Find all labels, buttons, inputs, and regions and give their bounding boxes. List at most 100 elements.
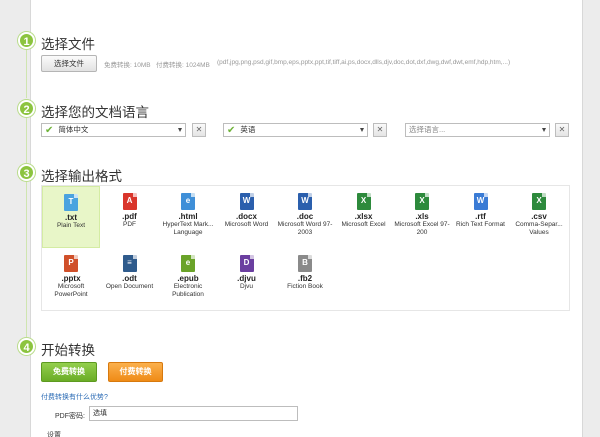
file-icon-glyph: X	[536, 196, 542, 205]
remove-language-2-button[interactable]: ✕	[373, 123, 387, 137]
timeline-line	[26, 50, 27, 98]
file-icon-glyph: X	[360, 196, 367, 205]
format-description: Fiction Book	[287, 283, 323, 290]
chevron-down-icon	[542, 128, 546, 132]
remove-language-3-button[interactable]: ✕	[555, 123, 569, 137]
format-description: Open Document	[105, 283, 154, 290]
file-icon-glyph: T	[68, 197, 74, 206]
xls-file-icon: X	[415, 193, 429, 210]
format-extension: .xls	[415, 212, 429, 221]
timeline-line	[26, 117, 27, 165]
language-select-1[interactable]: ✔ 简体中文	[41, 123, 186, 137]
fb2-file-icon: B	[298, 255, 312, 272]
format-description: Plain Text	[56, 222, 86, 229]
format-option-djvu[interactable]: D .djvu Djvu	[218, 248, 276, 310]
pptx-file-icon: P	[64, 255, 78, 272]
format-option-xls[interactable]: X .xls Microsoft Excel 97-200	[393, 186, 451, 248]
file-icon-glyph: B	[302, 258, 308, 267]
language-select-2[interactable]: ✔ 英语	[223, 123, 368, 137]
format-extension: .djvu	[237, 274, 256, 283]
format-extension: .csv	[531, 212, 547, 221]
format-extension: .docx	[236, 212, 257, 221]
check-icon: ✔	[227, 125, 236, 136]
format-option-odt[interactable]: ≡ .odt Open Document	[101, 248, 159, 310]
step-4-badge: 4	[18, 338, 35, 355]
file-icon-glyph: W	[242, 196, 251, 205]
language-select-1-value: 简体中文	[58, 125, 89, 134]
language-select-2-value: 英语	[240, 125, 256, 134]
format-description: Djvu	[239, 283, 253, 290]
format-extension: .odt	[122, 274, 137, 283]
language-select-3-placeholder: 选择语言...	[409, 125, 446, 134]
choose-file-button[interactable]: 选择文件	[41, 55, 97, 72]
pdf-file-icon: A	[122, 193, 137, 210]
format-description: Comma-Separ... Values	[515, 221, 563, 236]
supported-extensions: (pdf,jpg,png,psd,gif,bmp,eps,pptx,ppt,ti…	[217, 59, 511, 66]
xlsx-file-icon: X	[356, 193, 371, 210]
format-option-fb2[interactable]: B .fb2 Fiction Book	[276, 248, 334, 310]
file-icon-glyph: W	[301, 196, 309, 205]
format-description: Microsoft Excel	[341, 221, 386, 228]
html-file-icon: e	[181, 193, 195, 210]
format-extension: .pdf	[122, 212, 137, 221]
paid-convert-button[interactable]: 付费转换	[108, 362, 163, 382]
format-extension: .rtf	[475, 212, 486, 221]
chevron-down-icon	[178, 128, 182, 132]
free-size-note: 免费转换: 10MB	[104, 62, 151, 69]
language-select-3[interactable]: 选择语言...	[405, 123, 550, 137]
file-icon-glyph: A	[126, 196, 133, 205]
free-convert-button[interactable]: 免费转换	[41, 362, 97, 382]
format-extension: .doc	[296, 212, 314, 221]
format-extension: .fb2	[297, 274, 313, 283]
pdf-password-input[interactable]: 选填	[89, 406, 298, 421]
format-description: Rich Text Format	[455, 221, 505, 228]
format-option-txt[interactable]: T .txt Plain Text	[42, 186, 100, 248]
file-icon-glyph: D	[243, 258, 250, 267]
file-icon-glyph: e	[185, 196, 191, 205]
file-icon-glyph: ≡	[127, 258, 132, 267]
paid-size-note: 付费转换: 1024MB	[156, 62, 210, 69]
format-option-html[interactable]: e .html HyperText Mark... Language	[159, 186, 217, 248]
docx-file-icon: W	[239, 193, 254, 210]
csv-file-icon: X	[532, 193, 546, 210]
section-title-select-file: 选择文件	[41, 37, 95, 52]
format-option-pptx[interactable]: P .pptx Microsoft PowerPoint	[42, 248, 100, 310]
format-description: PDF	[123, 221, 136, 228]
remove-language-1-button[interactable]: ✕	[192, 123, 206, 137]
file-icon-glyph: e	[185, 258, 191, 267]
format-option-csv[interactable]: X .csv Comma-Separ... Values	[510, 186, 568, 248]
settings-label: 设置	[47, 432, 61, 437]
section-title-document-language: 选择您的文档语言	[41, 105, 149, 120]
file-icon-glyph: P	[68, 258, 74, 267]
epub-file-icon: e	[181, 255, 195, 272]
section-title-output-format: 选择输出格式	[41, 169, 122, 184]
doc-file-icon: W	[298, 193, 312, 210]
step-1-badge: 1	[18, 32, 35, 49]
file-icon-glyph: W	[476, 196, 485, 205]
format-description: Microsoft Excel 97-200	[394, 221, 450, 236]
paid-advantages-link[interactable]: 付费转换有什么优势?	[41, 392, 108, 402]
format-option-xlsx[interactable]: X .xlsx Microsoft Excel	[335, 186, 393, 248]
format-extension: .txt	[65, 213, 77, 222]
section-title-start-conversion: 开始转换	[41, 343, 95, 358]
format-extension: .epub	[177, 274, 199, 283]
txt-file-icon: T	[64, 194, 78, 211]
step-3-badge: 3	[18, 164, 35, 181]
format-option-docx[interactable]: W .docx Microsoft Word	[218, 186, 276, 248]
format-option-pdf[interactable]: A .pdf PDF	[101, 186, 159, 248]
chevron-down-icon	[360, 128, 364, 132]
djvu-file-icon: D	[239, 255, 254, 272]
timeline-line	[26, 182, 27, 337]
rtf-file-icon: W	[473, 193, 488, 210]
format-description: HyperText Mark... Language	[162, 221, 214, 236]
format-extension: .pptx	[61, 274, 81, 283]
format-description: Microsoft Word 97-2003	[277, 221, 333, 236]
format-description: Electronic Publication	[172, 283, 204, 298]
format-extension: .html	[178, 212, 198, 221]
check-icon: ✔	[45, 125, 54, 136]
format-option-epub[interactable]: e .epub Electronic Publication	[159, 248, 217, 310]
format-option-rtf[interactable]: W .rtf Rich Text Format	[452, 186, 510, 248]
format-option-doc[interactable]: W .doc Microsoft Word 97-2003	[276, 186, 334, 248]
pdf-password-label: PDF密码:	[55, 413, 85, 420]
odt-file-icon: ≡	[122, 255, 137, 272]
